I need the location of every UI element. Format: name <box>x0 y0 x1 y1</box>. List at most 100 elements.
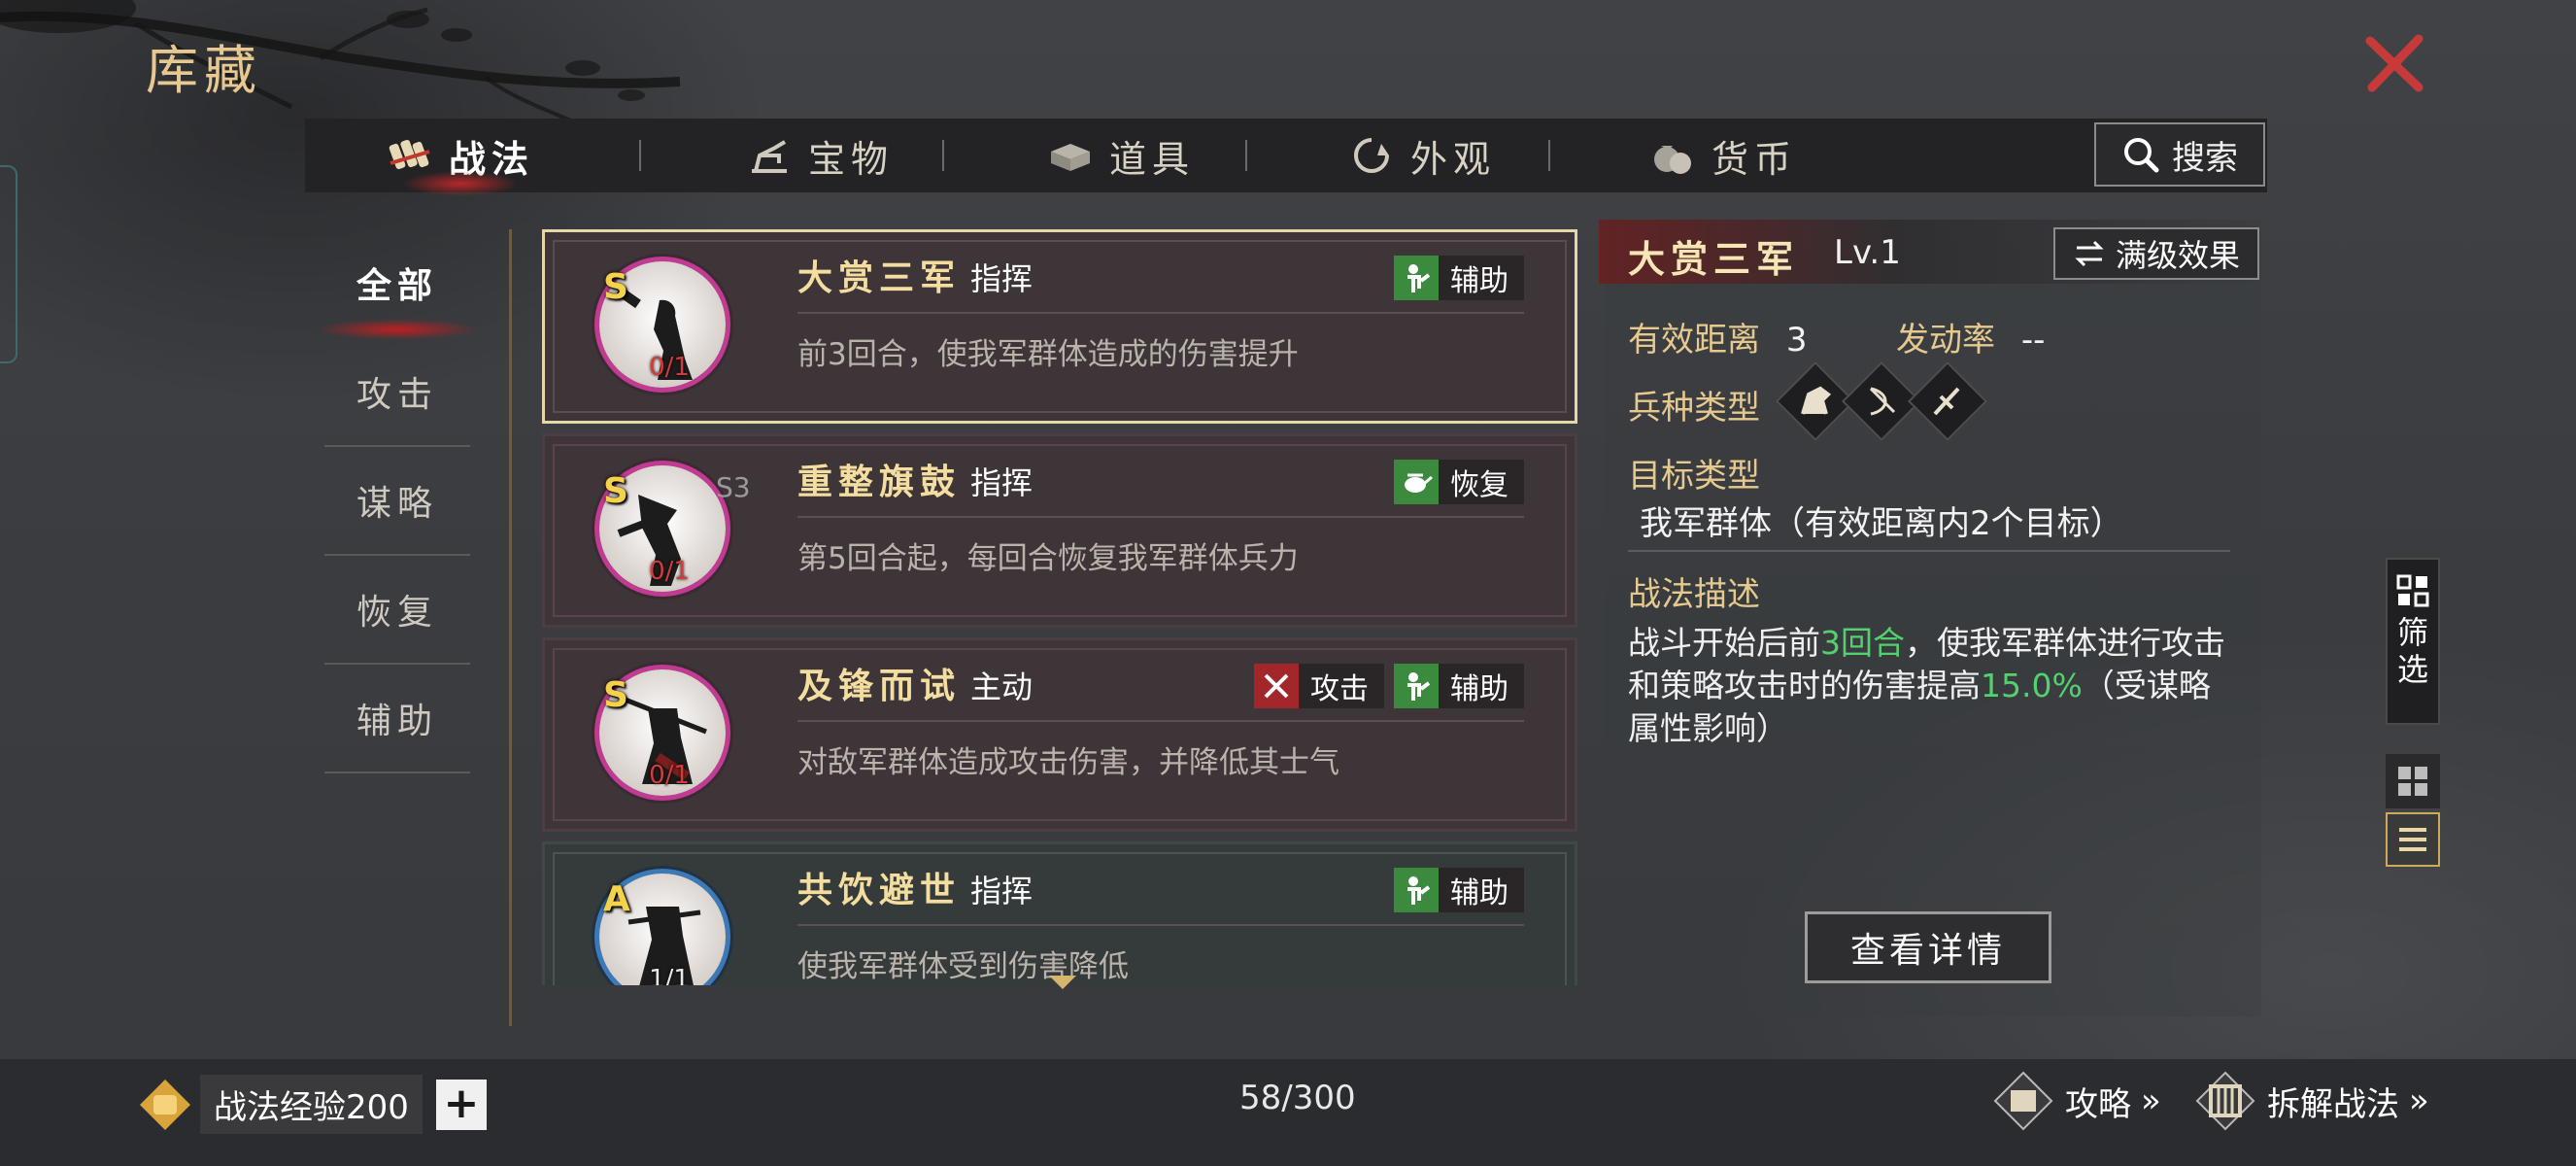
skill-tags: 恢复 <box>1394 460 1524 504</box>
dismantle-skill-button[interactable]: 拆解战法 » <box>2193 1069 2429 1133</box>
tag-label: 辅助 <box>1450 876 1508 910</box>
double-chevron-icon: » <box>2141 1081 2161 1120</box>
category-attack[interactable]: 攻击 <box>324 338 470 447</box>
view-details-button[interactable]: 查看详情 <box>1805 911 2051 983</box>
support-icon <box>1394 664 1439 708</box>
max-level-label: 满级效果 <box>2115 237 2240 274</box>
separator <box>797 720 1524 722</box>
tag-support: 辅助 <box>1394 868 1524 912</box>
tag-label: 辅助 <box>1450 264 1508 298</box>
filter-label: 筛 <box>2396 614 2428 651</box>
list-view-button[interactable] <box>2386 812 2440 867</box>
skill-full-description: 战斗开始后前3回合，使我军群体进行攻击和策略攻击时的伤害提高15.0%（受谋略属… <box>1628 622 2230 750</box>
skill-card[interactable]: S S3 0/1 重整旗鼓 指挥 恢复 第5回合起，每回合恢复我军群体兵力 <box>542 433 1577 628</box>
skill-title: 及锋而试 <box>797 666 962 706</box>
separator <box>797 312 1524 314</box>
skill-tags: 辅助 <box>1394 256 1524 300</box>
tag-support: 辅助 <box>1394 256 1524 300</box>
category-tab-bar: 战法 宝物 道具 外观 货币 <box>305 119 2267 196</box>
skill-title: 共饮避世 <box>797 870 962 910</box>
grade-badge: A <box>603 879 630 919</box>
owned-count: 1/1 <box>649 965 690 985</box>
add-exp-button[interactable]: + <box>435 1079 487 1130</box>
dismantle-label: 拆解战法 <box>2267 1084 2399 1124</box>
tab-label: 货币 <box>1711 137 1797 181</box>
skill-name: 共饮避世 指挥 <box>797 862 1033 912</box>
rate-label: 发动率 <box>1896 321 1995 360</box>
grade-badge: S <box>603 471 628 511</box>
skill-kind: 主动 <box>970 669 1034 705</box>
skill-count: 58/300 <box>1239 1079 1356 1117</box>
separator <box>797 924 1524 926</box>
tag-label: 辅助 <box>1450 672 1508 706</box>
tab-appearance[interactable]: 外观 <box>1325 119 1519 192</box>
dismantle-scroll-icon <box>2195 1071 2255 1131</box>
skill-name: 大赏三军 指挥 <box>797 250 1033 300</box>
rate-row: 发动率 -- <box>1896 313 2045 360</box>
skill-card[interactable]: A 1/1 共饮避世 指挥 辅助 使我军群体受到伤害降低 <box>542 841 1577 985</box>
spearman-icon <box>1907 360 1988 442</box>
range-label: 有效距离 <box>1628 321 1760 360</box>
filter-button[interactable]: 筛 选 <box>2386 558 2440 725</box>
highlight-percent: 15.0% <box>1981 667 2083 704</box>
tab-currency[interactable]: 货币 <box>1626 119 1820 192</box>
skill-description: 前3回合，使我军群体造成的伤害提升 <box>797 337 1299 372</box>
troop-type-row: 兵种类型 <box>1628 381 1760 429</box>
tab-label: 道具 <box>1108 137 1195 181</box>
search-icon <box>2124 138 2159 173</box>
category-all[interactable]: 全部 <box>315 229 480 340</box>
skill-card[interactable]: S 0/1 及锋而试 主动 攻击 辅助 对敌军群体造成攻击伤害，并降低其士气 <box>542 637 1577 832</box>
highlight-rounds: 3回合 <box>1820 624 1905 662</box>
tag-support: 辅助 <box>1394 664 1524 708</box>
treasure-icon <box>751 140 787 173</box>
appearance-icon <box>1354 138 1389 173</box>
strategy-guide-button[interactable]: 攻略 » <box>1991 1069 2161 1133</box>
tab-divider <box>942 140 944 171</box>
double-chevron-icon: » <box>2409 1081 2429 1120</box>
grade-badge: S <box>603 267 628 307</box>
category-recovery[interactable]: 恢复 <box>324 556 470 665</box>
exp-label: 战法经验 <box>214 1088 346 1127</box>
skill-title: 重整旗鼓 <box>797 462 962 502</box>
season-label: S3 <box>716 471 751 503</box>
target-type-label: 目标类型 <box>1628 457 1760 496</box>
grid-view-icon <box>2398 767 2427 796</box>
tab-label: 战法 <box>448 136 534 181</box>
description-text: 战斗开始后前 <box>1628 624 1820 662</box>
crossed-swords-icon <box>1254 664 1299 708</box>
tab-skills[interactable]: 战法 <box>363 119 558 196</box>
swap-icon <box>2075 240 2104 267</box>
skill-exp-display: 战法经验200 + <box>136 1075 487 1134</box>
skill-list[interactable]: S 0/1 大赏三军 指挥 辅助 前3回合，使我军群体造成的伤害提升 S S3 0… <box>542 229 1579 985</box>
separator <box>797 516 1524 518</box>
skill-tags: 辅助 <box>1394 868 1524 912</box>
skill-name: 重整旗鼓 指挥 <box>797 454 1033 504</box>
close-button[interactable] <box>2360 29 2428 97</box>
item-box-icon <box>1050 144 1090 171</box>
tab-items[interactable]: 道具 <box>1024 119 1218 192</box>
support-icon <box>1394 256 1439 300</box>
max-level-effect-button[interactable]: 满级效果 <box>2053 227 2259 280</box>
tab-treasures[interactable]: 宝物 <box>723 119 917 192</box>
skill-description: 第5回合起，每回合恢复我军群体兵力 <box>797 541 1299 576</box>
list-view-icon <box>2399 828 2426 851</box>
skill-kind: 指挥 <box>970 873 1034 909</box>
skill-kind: 指挥 <box>970 260 1034 297</box>
guide-book-icon <box>1993 1071 2053 1131</box>
money-bag-icon <box>1653 146 1691 174</box>
tab-label: 宝物 <box>807 137 894 181</box>
category-support[interactable]: 辅助 <box>324 665 470 773</box>
side-drawer-handle[interactable] <box>0 165 17 363</box>
filter-grid-icon <box>2396 574 2429 607</box>
skill-card[interactable]: S 0/1 大赏三军 指挥 辅助 前3回合，使我军群体造成的伤害提升 <box>542 229 1577 424</box>
rate-value: -- <box>2020 321 2046 360</box>
category-strategy[interactable]: 谋略 <box>324 447 470 556</box>
filter-label: 选 <box>2396 651 2428 688</box>
divider <box>1628 550 2230 552</box>
search-button[interactable]: 搜索 <box>2094 122 2265 187</box>
grid-view-button[interactable] <box>2386 754 2440 808</box>
strategy-label: 攻略 <box>2065 1084 2131 1124</box>
target-type-value: 我军群体（有效距离内2个目标） <box>1640 504 2123 543</box>
scroll-down-indicator-icon <box>1049 976 1076 989</box>
exp-text: 战法经验200 <box>200 1075 423 1134</box>
